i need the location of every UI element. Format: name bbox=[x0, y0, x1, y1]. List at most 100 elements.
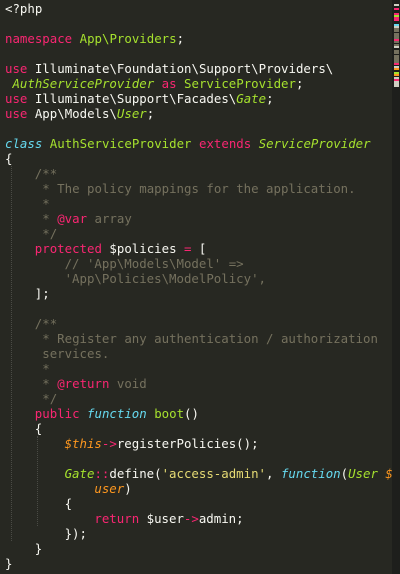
code-line: /** bbox=[35, 316, 57, 331]
code-token: ) bbox=[124, 481, 132, 496]
code-token: * Register any authentication / authoriz… bbox=[34, 331, 378, 346]
code-editor[interactable]: <?php namespace App\Providers; use Illumin… bbox=[0, 0, 393, 574]
code-token: ( bbox=[340, 466, 349, 481]
code-token: ; bbox=[176, 31, 185, 46]
code-token: } bbox=[5, 556, 13, 571]
code-token: * bbox=[34, 361, 50, 376]
code-token: */ bbox=[34, 391, 58, 406]
code-token: /** bbox=[34, 166, 58, 181]
code-token: , bbox=[266, 466, 281, 481]
code-token: Illuminate\Support\Facades\ bbox=[27, 91, 237, 106]
code-token: * bbox=[34, 376, 58, 391]
code-token: AuthServiceProvider bbox=[49, 136, 192, 151]
code-line: use Illuminate\Foundation\Support\Provid… bbox=[5, 61, 333, 76]
code-token: protected bbox=[34, 241, 102, 256]
code-token: /** bbox=[34, 316, 58, 331]
code-line: } bbox=[35, 541, 42, 556]
code-line: // 'App\Models\Model' => bbox=[65, 256, 244, 271]
code-line: { bbox=[35, 421, 42, 436]
code-token: () bbox=[184, 406, 199, 421]
code-line: use App\Models\User; bbox=[5, 106, 154, 121]
code-token: use bbox=[5, 61, 28, 76]
code-token: void bbox=[109, 376, 147, 391]
code-token: } bbox=[34, 541, 43, 556]
code-token: ; bbox=[295, 76, 304, 91]
code-line: use Illuminate\Support\Facades\Gate; bbox=[5, 91, 274, 106]
code-line: * @var array bbox=[35, 211, 132, 226]
code-token: Illuminate\Foundation\Support\Providers\ bbox=[27, 61, 334, 76]
code-token: use bbox=[5, 106, 28, 121]
code-line: protected $policies = [ bbox=[35, 241, 207, 256]
code-token: { bbox=[34, 421, 43, 436]
code-line: namespace App\Providers; bbox=[5, 31, 184, 46]
code-line: * bbox=[34, 196, 50, 211]
code-token: ]; bbox=[34, 286, 50, 301]
code-token: <?php bbox=[5, 1, 43, 16]
code-token: user bbox=[94, 481, 125, 496]
indent-guide bbox=[10, 166, 12, 541]
code-token: @return bbox=[57, 376, 110, 391]
code-line: class AuthServiceProvider extends Servic… bbox=[5, 136, 371, 151]
code-token: User bbox=[348, 466, 378, 481]
code-token: { bbox=[64, 496, 73, 511]
minimap-line bbox=[394, 19, 399, 22]
code-line: } bbox=[5, 556, 12, 571]
code-token: 'access-admin' bbox=[161, 466, 267, 481]
code-line: { bbox=[5, 151, 12, 166]
code-line: AuthServiceProvider as ServiceProvider; bbox=[12, 76, 303, 91]
code-line: * @return void bbox=[34, 376, 147, 391]
code-token: * bbox=[34, 211, 58, 226]
minimap-line bbox=[394, 85, 399, 88]
code-token: array bbox=[87, 211, 132, 226]
code-token: // 'App\Models\Model' => bbox=[64, 256, 244, 271]
code-token: Gate bbox=[64, 466, 95, 481]
code-token: Gate bbox=[236, 91, 267, 106]
code-token: public bbox=[34, 406, 80, 421]
minimap-line bbox=[394, 45, 399, 48]
code-token: -> bbox=[101, 436, 117, 451]
code-token: User bbox=[116, 106, 147, 121]
code-line: }); bbox=[65, 526, 87, 541]
code-line: { bbox=[65, 496, 72, 511]
code-token: App\Providers bbox=[79, 31, 177, 46]
code-line: user) bbox=[94, 481, 131, 496]
code-token: registerPolicies(); bbox=[116, 436, 259, 451]
code-token: * bbox=[34, 196, 50, 211]
code-token: function bbox=[280, 466, 341, 481]
code-token: ; bbox=[266, 91, 274, 106]
code-line: Gate::define('access-admin', function(Us… bbox=[65, 466, 393, 481]
code-token: class bbox=[5, 136, 43, 151]
minimap-line bbox=[394, 8, 399, 11]
code-token: extends bbox=[199, 136, 252, 151]
code-line: 'App\Policies\ModelPolicy', bbox=[65, 271, 266, 286]
code-token: admin; bbox=[198, 511, 244, 526]
code-token: $this bbox=[64, 436, 102, 451]
code-line: * Register any authentication / authoriz… bbox=[35, 331, 378, 346]
code-token: $policies bbox=[101, 241, 184, 256]
code-line: * bbox=[34, 361, 50, 376]
code-token: :: bbox=[94, 466, 110, 481]
code-token: $user bbox=[139, 511, 184, 526]
code-token: function bbox=[87, 406, 147, 421]
code-token: ServiceProvider bbox=[258, 136, 371, 151]
minimap[interactable] bbox=[392, 0, 400, 574]
code-token: use bbox=[5, 91, 28, 106]
code-token: App\Models\ bbox=[27, 106, 117, 121]
code-token: return bbox=[94, 511, 140, 526]
code-token: [ bbox=[191, 241, 207, 256]
code-token: services. bbox=[34, 346, 110, 361]
code-token: */ bbox=[34, 226, 58, 241]
minimap-line bbox=[394, 4, 399, 6]
code-line: * The policy mappings for the applicatio… bbox=[35, 181, 355, 196]
code-line: public function boot() bbox=[35, 406, 199, 421]
indent-guide bbox=[36, 436, 38, 526]
code-line: ]; bbox=[35, 286, 50, 301]
code-token: ; bbox=[146, 106, 155, 121]
code-line: */ bbox=[35, 391, 57, 406]
code-line: $this->registerPolicies(); bbox=[65, 436, 259, 451]
